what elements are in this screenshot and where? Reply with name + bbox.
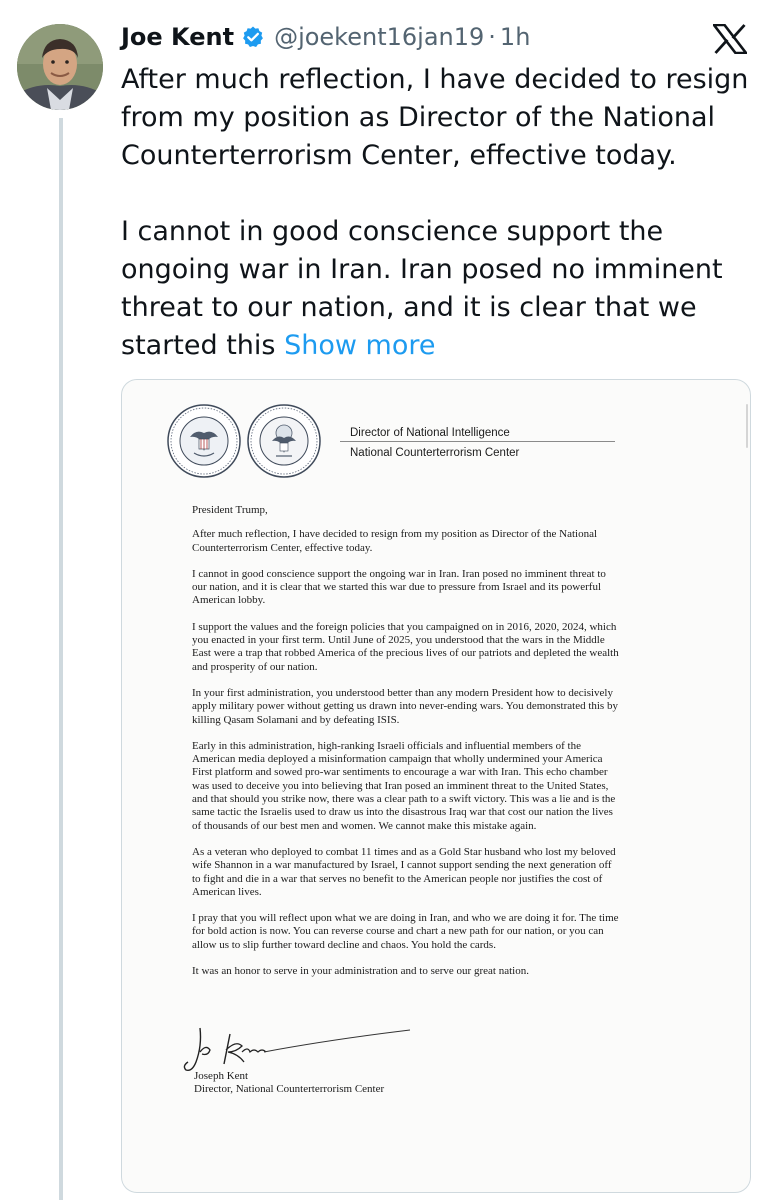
resignation-letter: Director of National Intelligence Nation… bbox=[122, 380, 750, 1192]
letter-line: I pray that you will reflect upon what w… bbox=[192, 912, 619, 925]
letter-line: of thousands of our best men and women. … bbox=[192, 819, 537, 832]
letter-line: our nation, and it is clear that we star… bbox=[192, 581, 602, 594]
salutation: President Trump, bbox=[192, 504, 268, 516]
letter-paragraph: I support the values and the foreign pol… bbox=[192, 621, 712, 674]
letter-paragraph: In your first administration, you unders… bbox=[192, 687, 712, 727]
avatar-photo bbox=[17, 24, 103, 110]
timestamp[interactable]: 1h bbox=[500, 23, 530, 51]
signature-title: Director, National Counterterrorism Cent… bbox=[194, 1083, 385, 1095]
letter-line: East were a trap that robbed America of … bbox=[192, 647, 619, 660]
letter-line: It was an honor to serve in your adminis… bbox=[192, 965, 529, 978]
letter-line: American lives. bbox=[192, 885, 262, 898]
letter-paragraph: I cannot in good conscience support the … bbox=[192, 568, 712, 608]
letter-line: After much reflection, I have decided to… bbox=[192, 528, 598, 541]
letter-line: and that should you strike now, there wa… bbox=[192, 793, 616, 806]
separator-dot: · bbox=[488, 23, 496, 51]
x-logo-icon[interactable] bbox=[711, 23, 749, 55]
letter-line: In your first administration, you unders… bbox=[192, 686, 613, 699]
letter-line: was used to deceive you into believing t… bbox=[192, 779, 609, 792]
tweet-header: Joe Kent @joekent16jan19 · 1h bbox=[121, 19, 530, 55]
letter-paragraph: It was an honor to serve in your adminis… bbox=[192, 965, 712, 978]
letter-line: allow us to slip further toward decline … bbox=[192, 938, 496, 951]
signature-name: Joseph Kent bbox=[194, 1070, 249, 1082]
letter-line: American lobby. bbox=[192, 594, 266, 607]
letter-line: and prosperity of our nation. bbox=[192, 660, 318, 673]
letterhead-line-2: National Counterterrorism Center bbox=[350, 447, 520, 459]
letter-line: apply military power without getting us … bbox=[192, 700, 618, 713]
letter-line: for bold action is now. You can reverse … bbox=[192, 925, 604, 938]
letterhead-line-1: Director of National Intelligence bbox=[350, 427, 510, 439]
letter-line: I cannot in good conscience support the … bbox=[192, 567, 606, 580]
letterhead-rule bbox=[340, 441, 615, 442]
tweet-paragraph: After much reflection, I have decided to… bbox=[121, 64, 749, 171]
letter-line: American media deployed a misinformation… bbox=[192, 753, 603, 766]
letter-line: same tactic the Israelis used to draw us… bbox=[192, 806, 613, 819]
tweet-paragraph: I cannot in good conscience support the … bbox=[121, 213, 751, 365]
letter-line: Early in this administration, high-ranki… bbox=[192, 739, 581, 752]
letter-line: to fight and die in a war that serves no… bbox=[192, 872, 603, 885]
letter-paragraph: I pray that you will reflect upon what w… bbox=[192, 912, 712, 952]
letter-paragraph: As a veteran who deployed to combat 11 t… bbox=[192, 846, 712, 899]
tweet-text: After much reflection, I have decided to… bbox=[121, 61, 751, 365]
letter-line: killing Qasam Solamani and by defeating … bbox=[192, 713, 400, 726]
nctc-seal-icon bbox=[247, 404, 321, 478]
letter-line: I support the values and the foreign pol… bbox=[192, 620, 617, 633]
verified-badge-icon bbox=[241, 25, 265, 49]
display-name[interactable]: Joe Kent bbox=[121, 23, 234, 51]
odni-seal-icon bbox=[167, 404, 241, 478]
letter-line: Counterterrorism Center, effective today… bbox=[192, 541, 373, 554]
letter-paragraph: After much reflection, I have decided to… bbox=[192, 528, 712, 555]
letter-paragraph: Early in this administration, high-ranki… bbox=[192, 740, 712, 833]
avatar[interactable] bbox=[17, 24, 103, 110]
letter-line: First platform and sowed pro-war sentime… bbox=[192, 766, 608, 779]
media-scrollbar[interactable] bbox=[746, 404, 748, 448]
thread-line bbox=[59, 118, 63, 1200]
letter-line: wife Shannon in a war manufactured by Is… bbox=[192, 859, 612, 872]
letter-line: you enacted in your first term. Until Ju… bbox=[192, 634, 605, 647]
user-handle[interactable]: @joekent16jan19 bbox=[274, 23, 484, 51]
letter-line: As a veteran who deployed to combat 11 t… bbox=[192, 845, 616, 858]
attached-letter-image[interactable]: Director of National Intelligence Nation… bbox=[121, 379, 751, 1193]
letter-body: President Trump, After much reflection, … bbox=[192, 504, 712, 978]
show-more-link[interactable]: Show more bbox=[284, 330, 435, 361]
